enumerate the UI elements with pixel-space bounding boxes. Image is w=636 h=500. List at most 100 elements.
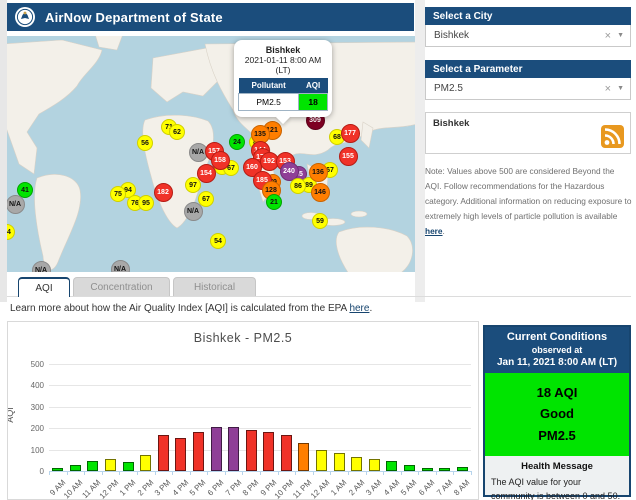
tab-aqi-label: AQI xyxy=(35,282,53,294)
select-parameter-label: Select a Parameter xyxy=(433,63,523,75)
map-marker[interactable]: 86 xyxy=(290,178,306,194)
parameter-clear-icon[interactable]: × xyxy=(599,83,617,95)
map-marker[interactable]: 97 xyxy=(185,177,201,193)
chart-gridline xyxy=(49,364,471,365)
current-aqi-value: 18 AQI xyxy=(536,385,578,400)
world-aqi-map[interactable]: N/A9367157158154971829475769567N/A567162… xyxy=(7,36,415,272)
chart-bar[interactable] xyxy=(69,465,81,471)
note-here-link[interactable]: here xyxy=(425,226,443,236)
feed-city-label: Bishkek xyxy=(433,118,470,129)
chart-bar[interactable] xyxy=(105,458,117,471)
chart-bar[interactable] xyxy=(210,427,222,471)
city-select-value: Bishkek xyxy=(434,30,470,41)
city-caret-icon[interactable]: ▼ xyxy=(617,32,624,39)
chart-bar[interactable] xyxy=(245,429,257,471)
chart-y-tick-label: 300 xyxy=(30,402,44,412)
chart-x-tick xyxy=(365,471,367,475)
select-city-header: Select a City xyxy=(425,7,631,25)
map-marker[interactable]: 75 xyxy=(110,186,126,202)
map-marker[interactable]: 59 xyxy=(312,213,328,229)
map-marker[interactable]: N/A xyxy=(7,194,25,214)
chart-bar[interactable] xyxy=(333,452,345,471)
map-marker[interactable]: 21 xyxy=(266,194,282,210)
chart-bar[interactable] xyxy=(87,460,99,471)
map-marker[interactable]: 56 xyxy=(137,135,153,151)
column-gutter xyxy=(415,0,425,302)
chart-bar[interactable] xyxy=(351,457,363,471)
map-marker[interactable]: 177 xyxy=(340,123,360,143)
parameter-caret-icon[interactable]: ▼ xyxy=(617,85,624,92)
map-marker[interactable]: N/A xyxy=(110,259,130,272)
chart-y-tick-label: 0 xyxy=(39,467,44,476)
chart-bar[interactable] xyxy=(157,434,169,471)
learn-more-here-link[interactable]: here xyxy=(349,303,369,314)
current-aqi-pollutant: PM2.5 xyxy=(538,427,576,443)
chart-bar[interactable] xyxy=(421,468,433,471)
chart-bar[interactable] xyxy=(368,459,380,471)
chart-bar[interactable] xyxy=(192,432,204,471)
observed-at-label: observed at xyxy=(531,345,583,355)
chart-bar[interactable] xyxy=(175,438,187,471)
city-clear-icon[interactable]: × xyxy=(599,30,617,42)
chart-x-tick xyxy=(189,471,191,475)
note-suffix: . xyxy=(442,225,445,236)
map-marker[interactable]: 146 xyxy=(310,182,330,202)
header-bar: AirNow Department of State xyxy=(7,3,414,31)
learn-more-text: Learn more about how the Air Quality Ind… xyxy=(10,303,372,314)
chart-bar[interactable] xyxy=(263,431,275,471)
aqi-bar-chart: Bishkek - PM2.5 AQI 0 100 200 300 400 500 9 AM… xyxy=(7,321,479,500)
chart-bar[interactable] xyxy=(122,462,134,471)
chart-bar[interactable] xyxy=(386,461,398,471)
chart-x-tick xyxy=(260,471,261,475)
chart-x-tick xyxy=(471,471,472,475)
tab-concentration[interactable]: Concentration xyxy=(73,277,170,297)
current-conditions-title: Current Conditions xyxy=(506,331,608,343)
chart-x-tick xyxy=(136,471,138,475)
chart-bar[interactable] xyxy=(280,435,292,471)
chart-bar[interactable] xyxy=(298,443,310,471)
chart-bar[interactable] xyxy=(228,427,240,471)
map-marker[interactable]: 155 xyxy=(338,146,358,166)
chart-bar[interactable] xyxy=(140,454,152,471)
chart-x-tick xyxy=(418,471,420,475)
chart-gridline xyxy=(49,385,471,387)
parameter-select[interactable]: PM2.5 × ▼ xyxy=(425,78,631,100)
popup-city: Bishkek xyxy=(265,45,301,55)
map-marker[interactable]: 182 xyxy=(153,182,173,202)
map-marker[interactable]: 136 xyxy=(308,162,328,182)
current-aqi-block: 18 AQI Good PM2.5 xyxy=(485,373,629,457)
rss-icon[interactable] xyxy=(601,125,624,148)
select-parameter-header: Select a Parameter xyxy=(425,60,631,78)
chart-x-tick xyxy=(119,471,121,475)
chart-y-tick-label: 400 xyxy=(30,381,44,391)
chart-bar[interactable] xyxy=(316,450,328,471)
chart-gridline xyxy=(49,428,471,430)
chart-x-tick xyxy=(347,471,349,475)
current-aqi-category: Good xyxy=(540,406,574,422)
popup-col-pollutant: Pollutant xyxy=(238,78,299,94)
tab-historical-label: Historical xyxy=(193,282,236,293)
chart-bar[interactable] xyxy=(403,464,415,471)
popup-aqi-value: 18 xyxy=(298,93,328,111)
map-marker[interactable]: 24 xyxy=(229,134,245,150)
chart-y-tick-label: 200 xyxy=(30,424,44,434)
chart-bar[interactable] xyxy=(439,468,451,471)
left-gutter xyxy=(0,0,7,302)
map-marker[interactable]: 62 xyxy=(169,124,185,140)
map-marker[interactable]: 95 xyxy=(138,195,154,211)
chart-x-tick xyxy=(330,471,332,475)
chart-bar[interactable] xyxy=(52,467,64,471)
health-message-text: The AQI value for your community is betw… xyxy=(491,477,621,500)
learn-more-suffix: . xyxy=(369,303,373,314)
map-marker[interactable]: 54 xyxy=(210,233,226,249)
chart-bar[interactable] xyxy=(456,467,468,471)
airnow-page: AirNow Department of State N/A9367157 xyxy=(0,0,636,500)
chart-x-tick xyxy=(312,471,314,475)
map-marker[interactable]: N/A xyxy=(183,201,203,221)
current-conditions-header: Current Conditions observed at Jan 11, 2… xyxy=(485,327,629,373)
health-message-title: Health Message xyxy=(521,461,593,473)
tab-historical[interactable]: Historical xyxy=(173,277,256,297)
tab-aqi[interactable]: AQI xyxy=(18,277,70,297)
city-select[interactable]: Bishkek × ▼ xyxy=(425,25,631,47)
chart-x-tick xyxy=(207,471,209,475)
